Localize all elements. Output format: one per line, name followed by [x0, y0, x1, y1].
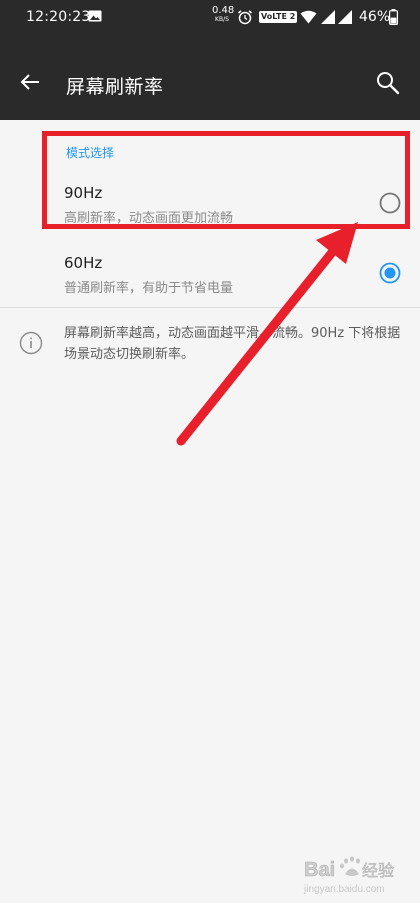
- baidu-logo: Bai 经验 jingyan.baidu.com: [303, 856, 394, 895]
- svg-text:Bai: Bai: [304, 859, 335, 881]
- radio-selected[interactable]: [379, 262, 401, 284]
- net-speed-value: 0.48: [212, 5, 235, 16]
- svg-text:经验: 经验: [362, 861, 394, 880]
- wifi-icon: [300, 10, 317, 24]
- battery-percent: 46%: [359, 9, 391, 25]
- search-icon[interactable]: [375, 70, 401, 96]
- signal-icon: [338, 10, 352, 24]
- option-60hz[interactable]: 60Hz 普通刷新率，有助于节省电量: [0, 242, 420, 306]
- alarm-icon: [238, 10, 252, 25]
- image-icon: [88, 10, 102, 22]
- signal-icon: [321, 10, 335, 24]
- net-speed-unit: KB/S: [215, 16, 229, 23]
- net-speed: 0.48 KB/S: [212, 5, 235, 23]
- arrow-back-icon[interactable]: [18, 70, 42, 94]
- svg-text:jingyan.baidu.com: jingyan.baidu.com: [303, 884, 385, 895]
- status-bar: 12:20:23 0.48 KB/S VoLTE 2 46%: [0, 0, 420, 36]
- baidu-watermark: Bai 经验 jingyan.baidu.com: [302, 852, 412, 896]
- option-title: 60Hz: [64, 254, 103, 272]
- annotation-highlight-box: [42, 131, 410, 229]
- divider: [0, 307, 420, 308]
- app-bar: 屏幕刷新率: [0, 36, 420, 120]
- info-icon: [19, 331, 43, 355]
- status-time: 12:20:23: [26, 9, 91, 25]
- battery-icon: [389, 9, 398, 25]
- info-text: 屏幕刷新率越高，动态画面越平滑、流畅。90Hz 下将根据场景动态切换刷新率。: [64, 326, 401, 362]
- volte-badge: VoLTE 2: [259, 11, 298, 23]
- page-title: 屏幕刷新率: [66, 76, 164, 98]
- option-subtitle: 普通刷新率，有助于节省电量: [64, 281, 234, 296]
